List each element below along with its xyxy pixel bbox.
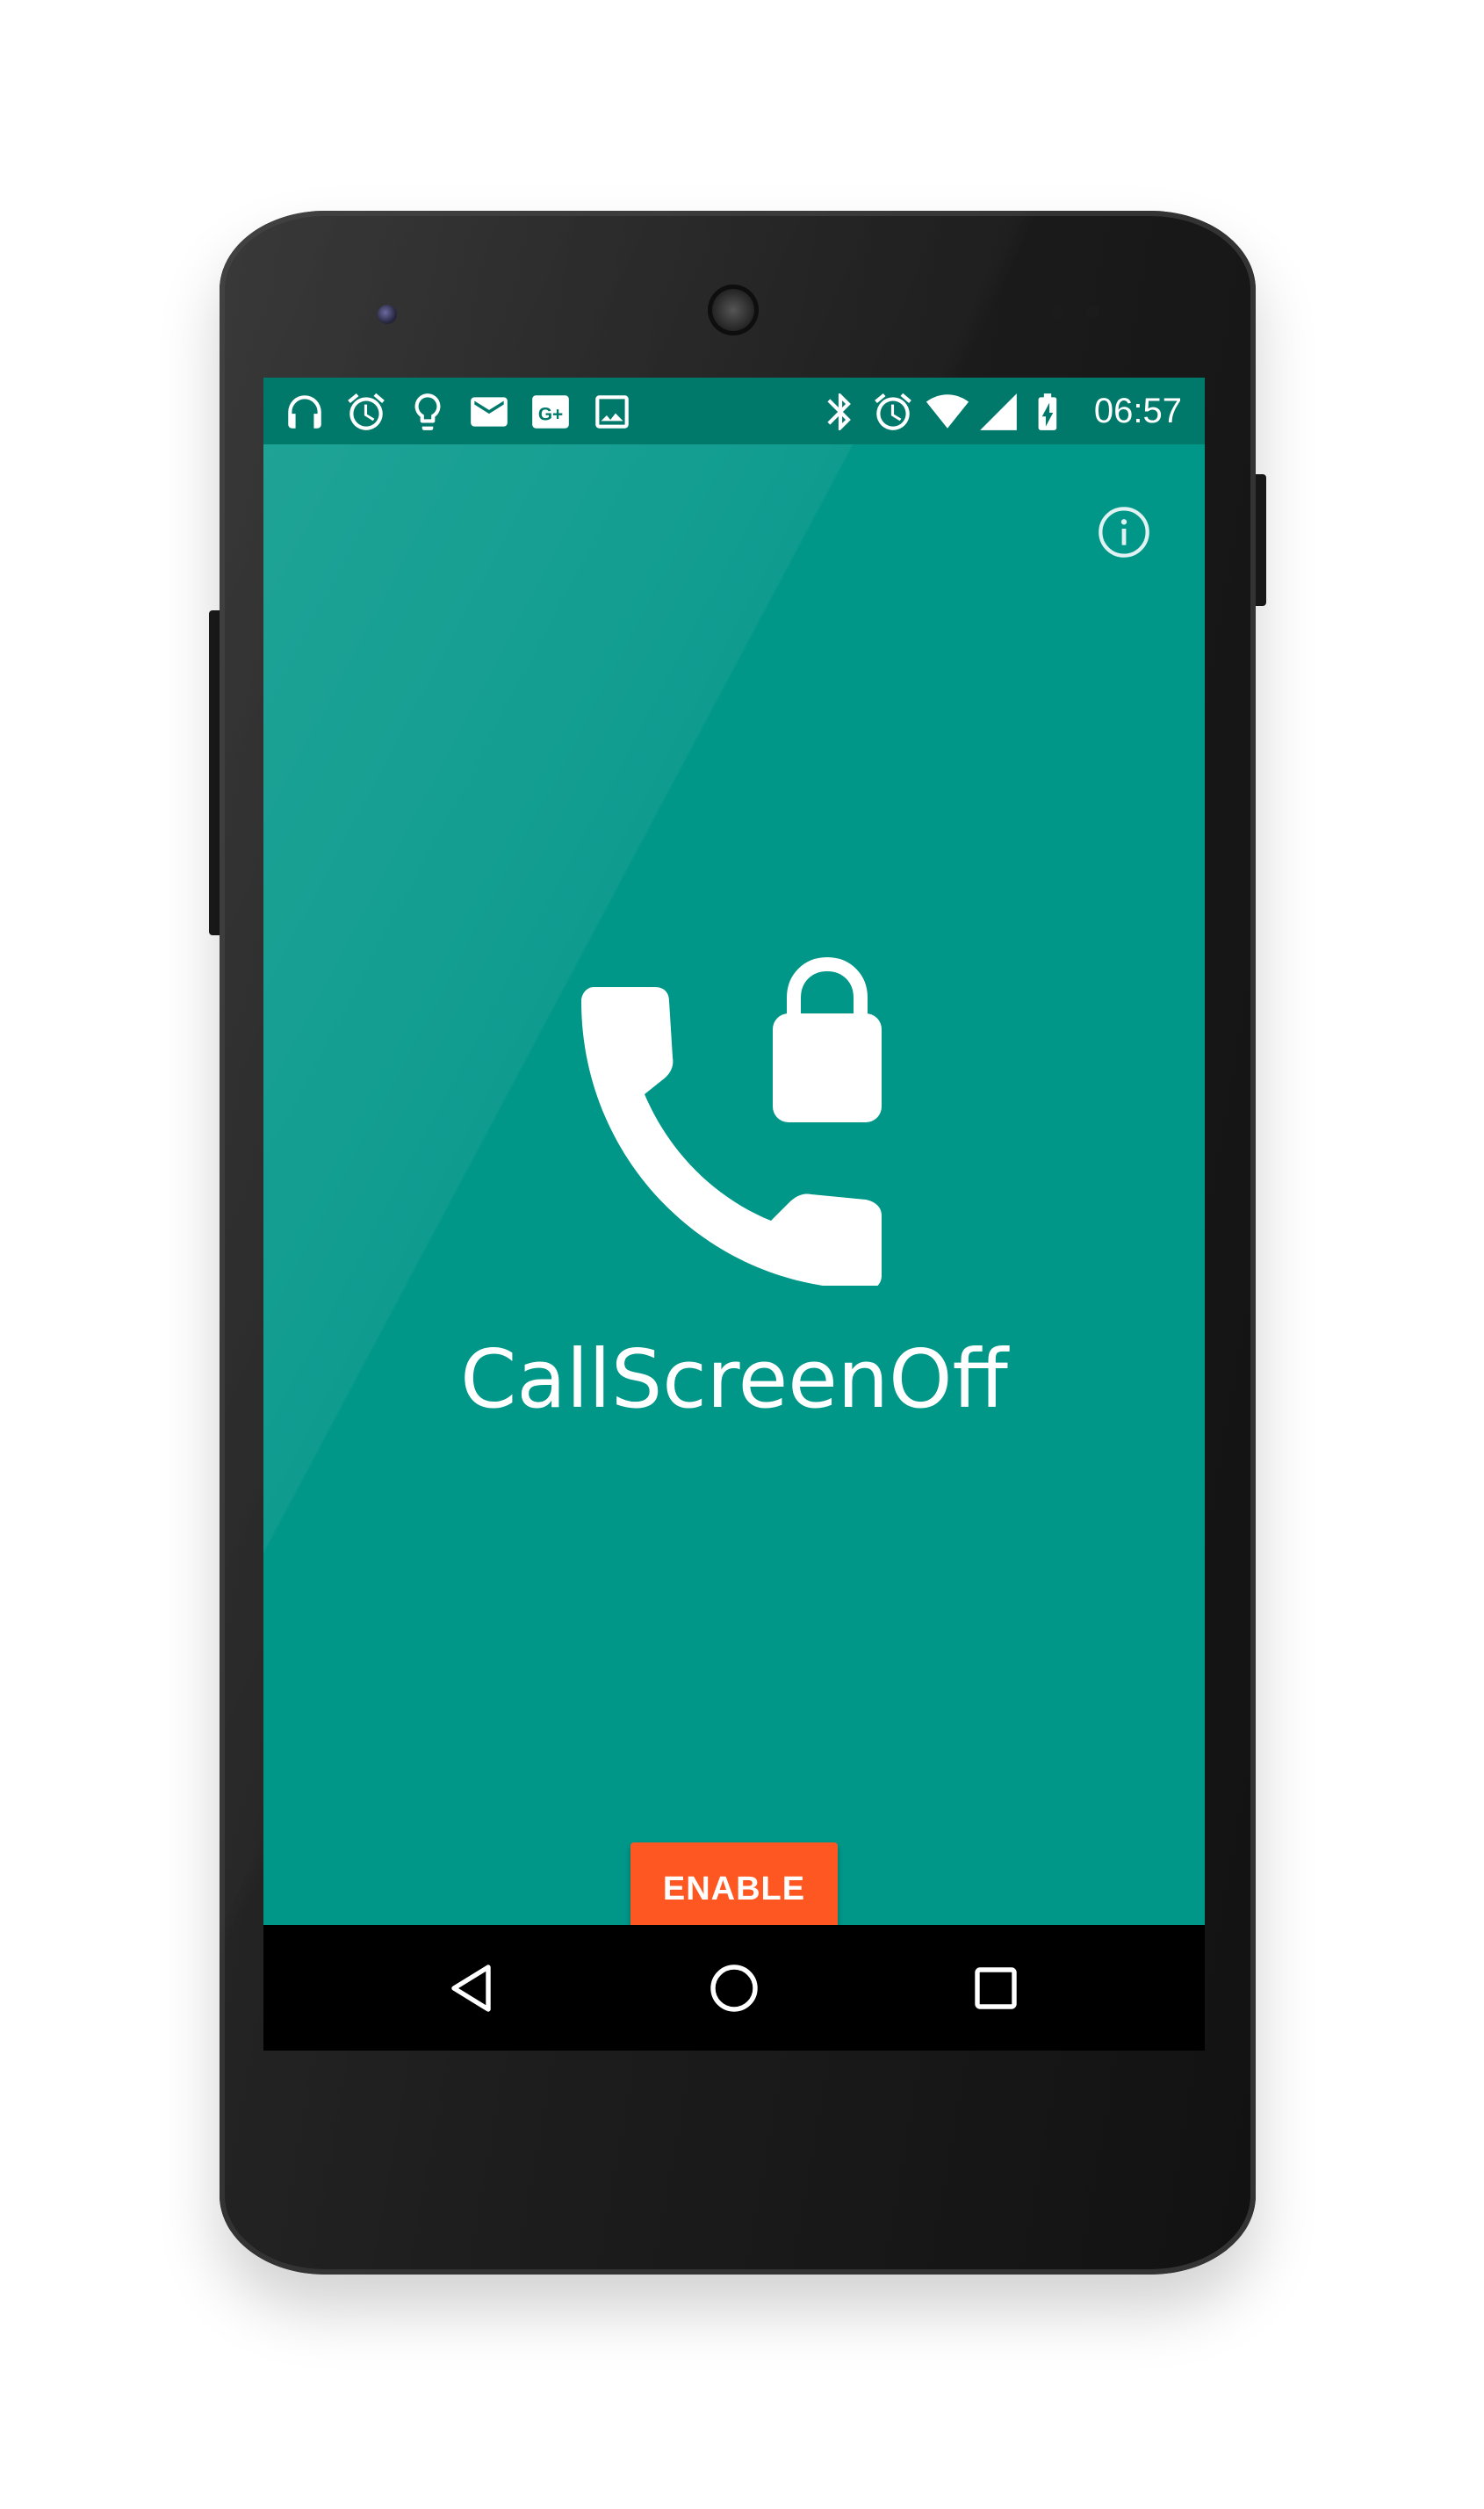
app-main: CallScreenOff ENABLE <box>263 444 1205 1925</box>
signal-icon <box>976 390 1020 434</box>
screen: G+ 06:57 CallScreenOff ENABLE <box>263 378 1205 2051</box>
status-time: 06:57 <box>1093 392 1182 430</box>
proximity-sensor <box>1050 305 1064 319</box>
status-bar: G+ 06:57 <box>263 378 1205 444</box>
light-sensor <box>1085 305 1099 319</box>
alarm-icon <box>344 390 388 434</box>
navigation-bar <box>263 1925 1205 2051</box>
svg-text:G+: G+ <box>538 404 563 424</box>
recents-icon[interactable] <box>964 1957 1027 2020</box>
earpiece-speaker <box>708 285 759 335</box>
app-title: CallScreenOff <box>460 1332 1008 1426</box>
wifi-icon <box>926 390 969 434</box>
back-icon[interactable] <box>441 1957 504 2020</box>
front-camera <box>378 305 397 324</box>
device-mockup: G+ 06:57 CallScreenOff ENABLE <box>0 0 1484 2509</box>
info-icon[interactable] <box>1096 504 1152 560</box>
phone-lock-icon <box>573 952 896 1286</box>
home-icon[interactable] <box>702 1957 766 2020</box>
lightbulb-icon <box>406 390 450 434</box>
enable-button[interactable]: ENABLE <box>630 1842 838 1925</box>
headphones-icon <box>283 390 327 434</box>
google-plus-icon: G+ <box>529 390 573 434</box>
bluetooth-icon <box>818 390 862 434</box>
alarm-icon <box>871 390 915 434</box>
battery-charging-icon <box>1026 390 1070 434</box>
image-icon <box>590 390 634 434</box>
mail-icon <box>467 390 511 434</box>
power-button <box>1254 474 1266 606</box>
